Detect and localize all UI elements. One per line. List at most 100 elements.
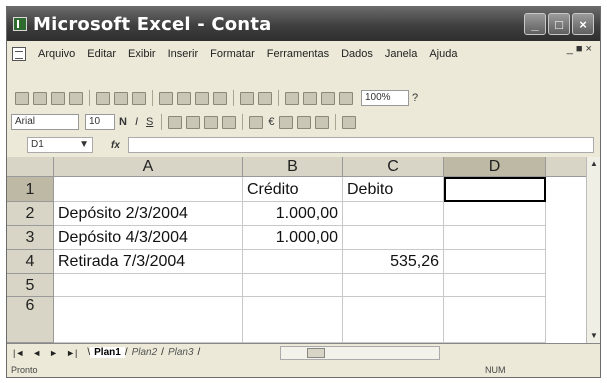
- cell-b1[interactable]: Crédito: [243, 177, 343, 202]
- menu-ferramentas[interactable]: Ferramentas: [261, 48, 335, 60]
- row-header-6[interactable]: 6: [7, 297, 54, 343]
- cell-b3[interactable]: 1.000,00: [243, 226, 343, 250]
- cell-d4[interactable]: [444, 250, 546, 274]
- permission-icon[interactable]: [69, 91, 83, 105]
- cell-a4[interactable]: Retirada 7/3/2004: [54, 250, 243, 274]
- formula-input[interactable]: [127, 137, 594, 153]
- cell-a1[interactable]: [54, 177, 243, 202]
- menu-arquivo[interactable]: Arquivo: [32, 48, 81, 60]
- sheet-tab-plan2[interactable]: Plan2: [128, 347, 162, 358]
- cell-c3[interactable]: [343, 226, 444, 250]
- cell-a2[interactable]: Depósito 2/3/2004: [54, 202, 243, 226]
- row-header-5[interactable]: 5: [7, 274, 54, 297]
- cell-c2[interactable]: [343, 202, 444, 226]
- column-header-e[interactable]: [546, 157, 588, 177]
- title-bar[interactable]: Microsoft Excel - Conta _ □ ×: [7, 7, 600, 41]
- column-header-c[interactable]: C: [343, 157, 444, 177]
- increase-decimal-icon[interactable]: [315, 115, 330, 129]
- format-painter-icon[interactable]: [213, 91, 227, 105]
- underline-button[interactable]: S: [146, 116, 153, 128]
- cell-d6[interactable]: [444, 297, 546, 343]
- chevron-down-icon[interactable]: ▼: [79, 138, 89, 152]
- spelling-icon[interactable]: [132, 91, 146, 105]
- name-box[interactable]: D1 ▼: [27, 137, 93, 153]
- row-header-3[interactable]: 3: [7, 226, 54, 250]
- last-sheet-icon[interactable]: ►|: [66, 348, 77, 358]
- menu-editar[interactable]: Editar: [81, 48, 122, 60]
- insert-function-icon[interactable]: fx: [111, 140, 120, 151]
- cell-c1[interactable]: Debito: [343, 177, 444, 202]
- cell-d3[interactable]: [444, 226, 546, 250]
- column-header-a[interactable]: A: [54, 157, 243, 177]
- menu-exibir[interactable]: Exibir: [122, 48, 162, 60]
- row-header-2[interactable]: 2: [7, 202, 54, 226]
- document-controls[interactable]: _ ■ ×: [567, 44, 592, 55]
- copy-icon[interactable]: [177, 91, 191, 105]
- sort-descending-icon[interactable]: [321, 91, 335, 105]
- euro-button[interactable]: €: [268, 116, 274, 128]
- minimize-button[interactable]: _: [524, 13, 546, 35]
- row-header-1[interactable]: 1: [7, 177, 54, 202]
- autosum-icon[interactable]: [285, 91, 299, 105]
- next-sheet-icon[interactable]: ►: [49, 348, 58, 358]
- scroll-up-icon[interactable]: ▲: [589, 159, 599, 169]
- print-icon[interactable]: [96, 91, 110, 105]
- horizontal-scrollbar[interactable]: [280, 345, 441, 360]
- close-button[interactable]: ×: [572, 13, 594, 35]
- paste-icon[interactable]: [195, 91, 209, 105]
- cut-icon[interactable]: [159, 91, 173, 105]
- bold-button[interactable]: N: [119, 116, 127, 128]
- cell-a5[interactable]: [54, 274, 243, 297]
- sheet-tab-plan3[interactable]: Plan3: [164, 347, 198, 358]
- cell-b5[interactable]: [243, 274, 343, 297]
- save-icon[interactable]: [51, 91, 65, 105]
- cell-d1[interactable]: [444, 177, 546, 202]
- cell-c5[interactable]: [343, 274, 444, 297]
- sheet-tab-plan1[interactable]: Plan1: [90, 347, 125, 358]
- cell-d5[interactable]: [444, 274, 546, 297]
- cell-a6[interactable]: [54, 297, 243, 343]
- zoom-select[interactable]: 100%: [361, 90, 409, 106]
- first-sheet-icon[interactable]: |◄: [13, 348, 24, 358]
- align-center-icon[interactable]: [186, 115, 201, 129]
- undo-icon[interactable]: [240, 91, 254, 105]
- excel-icon[interactable]: [13, 17, 27, 31]
- menu-inserir[interactable]: Inserir: [162, 48, 205, 60]
- cell-b4[interactable]: [243, 250, 343, 274]
- maximize-button[interactable]: □: [548, 13, 570, 35]
- scroll-down-icon[interactable]: ▼: [589, 331, 599, 341]
- help-icon[interactable]: ?: [412, 92, 418, 104]
- select-all-corner[interactable]: [7, 157, 54, 177]
- cell-b6[interactable]: [243, 297, 343, 343]
- cell-c6[interactable]: [343, 297, 444, 343]
- menu-ajuda[interactable]: Ajuda: [423, 48, 463, 60]
- column-header-b[interactable]: B: [243, 157, 343, 177]
- chart-wizard-icon[interactable]: [339, 91, 353, 105]
- font-size-select[interactable]: 10: [85, 114, 115, 130]
- workbook-icon[interactable]: [12, 47, 26, 61]
- font-name-select[interactable]: Arial: [11, 114, 79, 130]
- menu-janela[interactable]: Janela: [379, 48, 423, 60]
- redo-icon[interactable]: [258, 91, 272, 105]
- italic-button[interactable]: I: [135, 116, 138, 128]
- currency-style-icon[interactable]: [249, 115, 264, 129]
- cell-d2[interactable]: [444, 202, 546, 226]
- cell-a3[interactable]: Depósito 4/3/2004: [54, 226, 243, 250]
- new-icon[interactable]: [15, 91, 29, 105]
- sort-ascending-icon[interactable]: [303, 91, 317, 105]
- print-preview-icon[interactable]: [114, 91, 128, 105]
- align-right-icon[interactable]: [204, 115, 219, 129]
- comma-style-icon[interactable]: [297, 115, 312, 129]
- vertical-scrollbar[interactable]: ▲ ▼: [586, 157, 600, 343]
- row-header-4[interactable]: 4: [7, 250, 54, 274]
- cell-c4[interactable]: 535,26: [343, 250, 444, 274]
- cell-b2[interactable]: 1.000,00: [243, 202, 343, 226]
- font-color-icon[interactable]: [342, 115, 357, 129]
- menu-dados[interactable]: Dados: [335, 48, 379, 60]
- prev-sheet-icon[interactable]: ◄: [32, 348, 41, 358]
- menu-formatar[interactable]: Formatar: [204, 48, 261, 60]
- open-icon[interactable]: [33, 91, 47, 105]
- merge-center-icon[interactable]: [222, 115, 237, 129]
- percent-style-icon[interactable]: [279, 115, 294, 129]
- align-left-icon[interactable]: [168, 115, 183, 129]
